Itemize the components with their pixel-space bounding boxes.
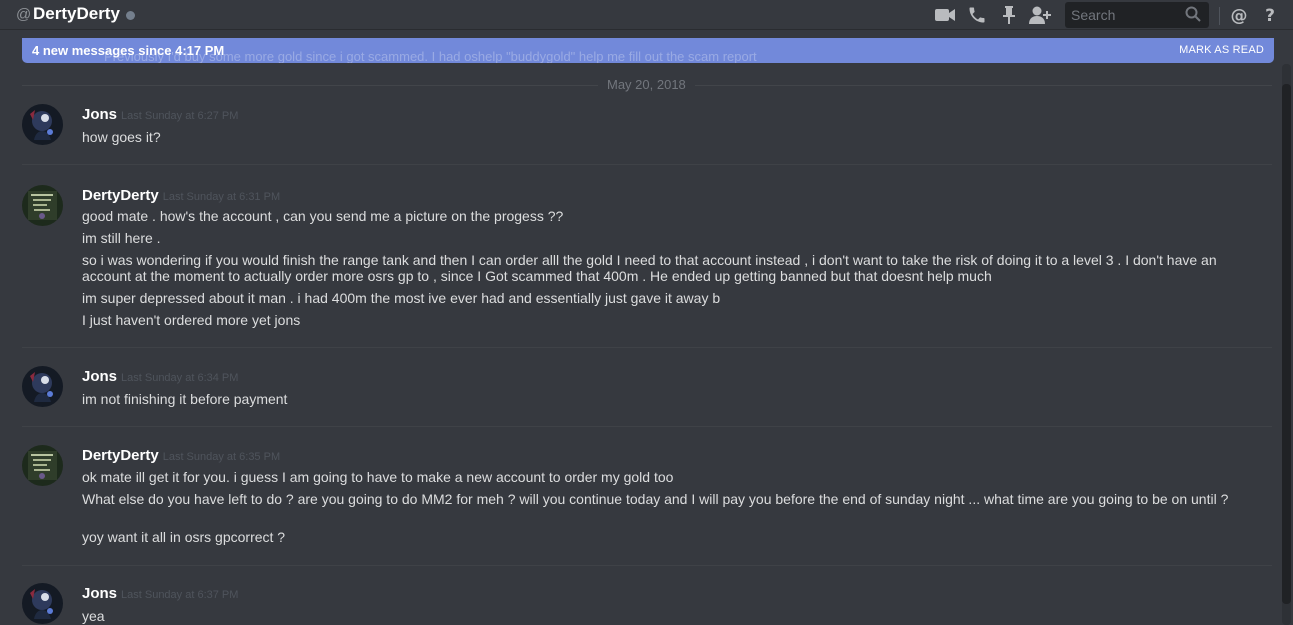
message-timestamp: Last Sunday at 6:27 PM <box>121 110 239 122</box>
message-line: What else do you have left to do ? are y… <box>82 491 1229 507</box>
avatar[interactable] <box>22 583 63 624</box>
message-line: so i was wondering if you would finish t… <box>82 252 1217 284</box>
add-friend-icon[interactable] <box>1028 4 1052 26</box>
author-name[interactable]: Jons <box>82 368 117 385</box>
pin-icon[interactable] <box>997 4 1021 26</box>
help-icon[interactable]: ? <box>1258 4 1282 26</box>
message-author[interactable]: Jons Last Sunday at 6:27 PM <box>82 106 238 123</box>
header-divider <box>1219 7 1220 25</box>
new-messages-text[interactable]: 4 new messages since 4:17 PM <box>32 43 224 58</box>
channel-header: @ DertyDerty @ ? <box>0 0 1293 30</box>
search-icon[interactable] <box>1185 6 1201 27</box>
at-icon: @ <box>16 6 32 23</box>
message-line: yea <box>82 608 105 624</box>
message-timestamp: Last Sunday at 6:37 PM <box>121 589 239 601</box>
search-input[interactable] <box>1071 6 1181 24</box>
message-line: ok mate ill get it for you. i guess I am… <box>82 469 674 485</box>
avatar[interactable] <box>22 104 63 145</box>
message-line: im super depressed about it man . i had … <box>82 290 721 306</box>
message-line: im still here . <box>82 230 161 246</box>
message-author[interactable]: Jons Last Sunday at 6:37 PM <box>82 585 238 602</box>
group-divider <box>22 164 1272 165</box>
scrollbar[interactable] <box>1282 64 1291 625</box>
message-timestamp: Last Sunday at 6:34 PM <box>121 372 239 384</box>
message-list: May 20, 2018 Jons Last Sunday at 6:27 PM … <box>0 64 1280 625</box>
voice-call-icon[interactable] <box>965 4 989 26</box>
author-name[interactable]: Jons <box>82 585 117 602</box>
message-line: good mate . how's the account , can you … <box>82 208 564 224</box>
date-label: May 20, 2018 <box>598 77 695 92</box>
message-timestamp: Last Sunday at 6:31 PM <box>162 191 281 203</box>
svg-text:?: ? <box>1265 6 1275 25</box>
author-name[interactable]: Jons <box>82 106 117 123</box>
avatar[interactable] <box>22 445 63 486</box>
message-author[interactable]: DertyDerty Last Sunday at 6:31 PM <box>82 187 280 204</box>
scrollbar-thumb[interactable] <box>1282 84 1291 604</box>
message-timestamp: Last Sunday at 6:35 PM <box>162 451 281 463</box>
new-messages-bar[interactable]: Previously I'd buy some more gold since … <box>22 38 1274 63</box>
message-line: yoy want it all in osrs gpcorrect ? <box>82 529 286 545</box>
message-author[interactable]: DertyDerty Last Sunday at 6:35 PM <box>82 447 280 464</box>
search-box[interactable] <box>1065 2 1209 28</box>
video-call-icon[interactable] <box>933 4 957 26</box>
mark-as-read-button[interactable]: MARK AS READ <box>1179 44 1264 56</box>
group-divider <box>22 565 1272 566</box>
message-line: im not finishing it before payment <box>82 391 288 407</box>
svg-text:@: @ <box>1231 6 1248 25</box>
author-name[interactable]: DertyDerty <box>82 447 159 464</box>
avatar[interactable] <box>22 185 63 226</box>
group-divider <box>22 426 1272 427</box>
author-name[interactable]: DertyDerty <box>82 187 159 204</box>
message-line: I just haven't ordered more yet jons <box>82 312 301 328</box>
message-line: how goes it? <box>82 129 161 145</box>
avatar[interactable] <box>22 366 63 407</box>
status-indicator <box>126 11 135 20</box>
dm-title: DertyDerty <box>33 4 120 23</box>
message-author[interactable]: Jons Last Sunday at 6:34 PM <box>82 368 238 385</box>
group-divider <box>22 347 1272 348</box>
mentions-icon[interactable]: @ <box>1227 4 1251 26</box>
